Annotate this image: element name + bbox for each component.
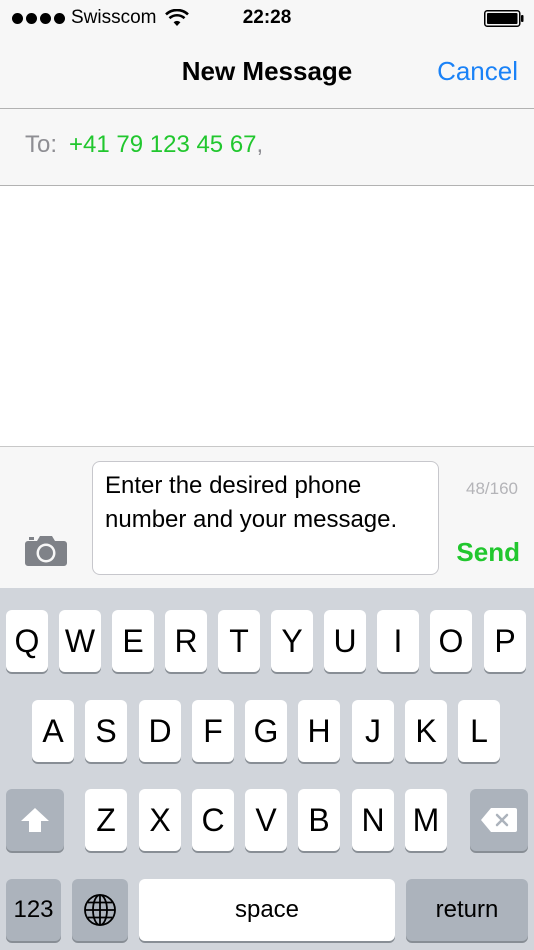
key-d[interactable]: D bbox=[139, 700, 181, 762]
navigation-bar: New Message Cancel bbox=[0, 36, 534, 109]
recipient-field[interactable]: To: +41 79 123 45 67, bbox=[0, 109, 534, 186]
globe-key[interactable] bbox=[72, 879, 128, 941]
key-h[interactable]: H bbox=[298, 700, 340, 762]
to-label: To: bbox=[25, 131, 58, 158]
status-time: 22:28 bbox=[242, 7, 292, 28]
send-button[interactable]: Send bbox=[456, 537, 520, 568]
delete-icon bbox=[481, 808, 517, 832]
status-bar: Swisscom 22:28 bbox=[0, 0, 534, 36]
recipient-number: +41 79 123 45 67 bbox=[69, 131, 257, 158]
message-composer: Enter the desired phone number and your … bbox=[0, 446, 534, 589]
conversation-area bbox=[0, 186, 534, 446]
key-r[interactable]: R bbox=[165, 610, 207, 672]
key-a[interactable]: A bbox=[32, 700, 74, 762]
return-key[interactable]: return bbox=[406, 879, 528, 941]
numbers-key[interactable]: 123 bbox=[6, 879, 61, 941]
recipient-separator: , bbox=[256, 131, 264, 158]
space-key[interactable]: space bbox=[139, 879, 395, 941]
key-f[interactable]: F bbox=[192, 700, 234, 762]
key-t[interactable]: T bbox=[218, 610, 260, 672]
globe-icon bbox=[84, 894, 116, 926]
key-x[interactable]: X bbox=[139, 789, 181, 851]
key-y[interactable]: Y bbox=[271, 610, 313, 672]
key-c[interactable]: C bbox=[192, 789, 234, 851]
delete-key[interactable] bbox=[470, 789, 528, 851]
key-m[interactable]: M bbox=[405, 789, 447, 851]
key-q[interactable]: Q bbox=[6, 610, 48, 672]
key-k[interactable]: K bbox=[405, 700, 447, 762]
key-o[interactable]: O bbox=[430, 610, 472, 672]
key-g[interactable]: G bbox=[245, 700, 287, 762]
key-i[interactable]: I bbox=[377, 610, 419, 672]
battery-icon bbox=[484, 10, 524, 27]
camera-icon[interactable] bbox=[24, 533, 68, 567]
message-input[interactable]: Enter the desired phone number and your … bbox=[92, 461, 439, 575]
character-counter: 48/160 bbox=[466, 479, 518, 498]
shift-key[interactable] bbox=[6, 789, 64, 851]
key-s[interactable]: S bbox=[85, 700, 127, 762]
keyboard: Q W E R T Y U I O P A S D F G H J K L Z … bbox=[0, 588, 534, 950]
key-n[interactable]: N bbox=[352, 789, 394, 851]
key-v[interactable]: V bbox=[245, 789, 287, 851]
recipient-token[interactable]: +41 79 123 45 67, bbox=[69, 131, 263, 159]
key-p[interactable]: P bbox=[484, 610, 526, 672]
key-b[interactable]: B bbox=[298, 789, 340, 851]
key-e[interactable]: E bbox=[112, 610, 154, 672]
key-j[interactable]: J bbox=[352, 700, 394, 762]
key-l[interactable]: L bbox=[458, 700, 500, 762]
shift-icon bbox=[21, 808, 49, 832]
key-w[interactable]: W bbox=[59, 610, 101, 672]
key-z[interactable]: Z bbox=[85, 789, 127, 851]
cancel-button[interactable]: Cancel bbox=[437, 56, 518, 87]
key-u[interactable]: U bbox=[324, 610, 366, 672]
